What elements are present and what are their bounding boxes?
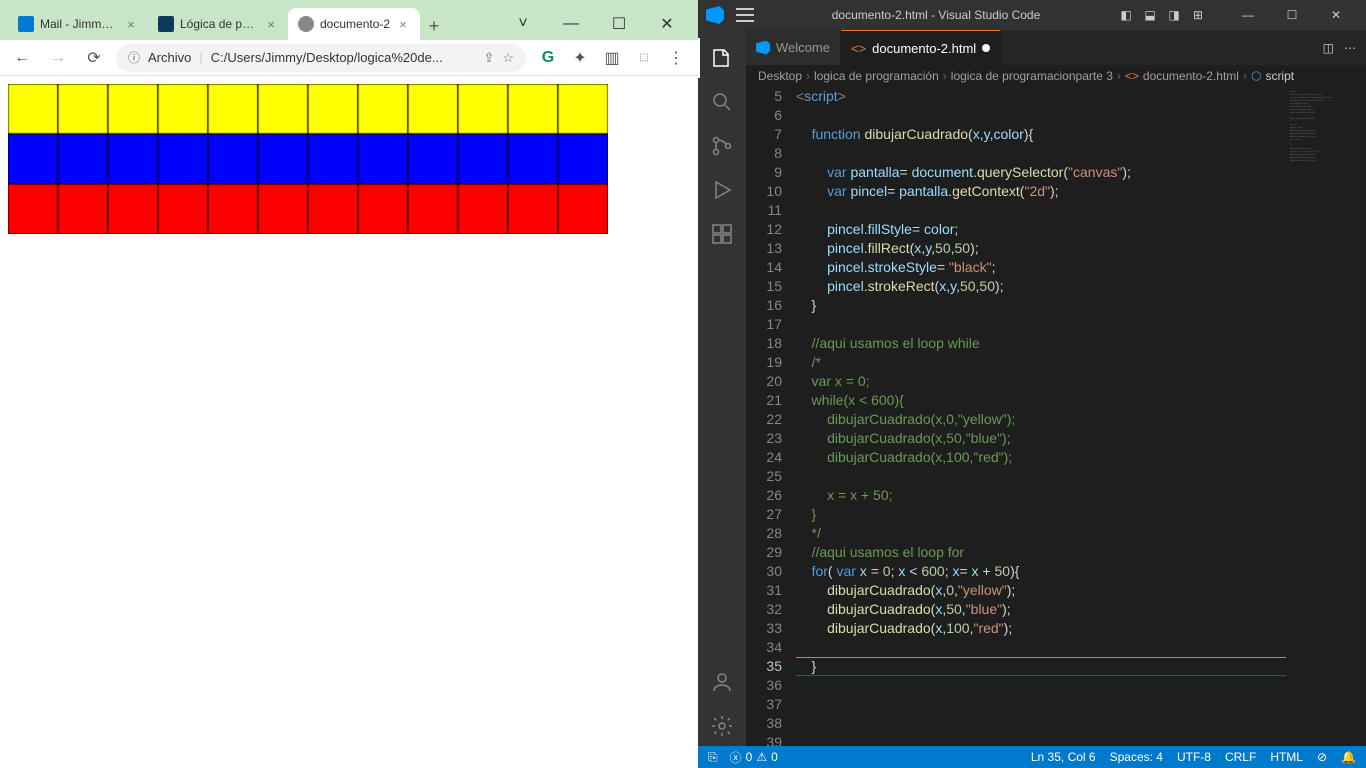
chevron-down-icon[interactable]: ˅: [500, 8, 546, 40]
customize-layout-icon[interactable]: ⊞: [1190, 7, 1206, 23]
url-bar[interactable]: ⓘ Archivo | C:/Users/Jimmy/Desktop/logic…: [116, 44, 526, 72]
breadcrumb[interactable]: Desktop› logica de programación› logica …: [746, 65, 1366, 87]
profile-icon[interactable]: ⬚: [630, 44, 658, 72]
chrome-window: Mail - Jimmy C × Lógica de prog × docume…: [0, 0, 698, 768]
status-bar: ⎘ ⓧ 0 ⚠ 0 Ln 35, Col 6 Spaces: 4 UTF-8 C…: [698, 746, 1366, 768]
close-icon[interactable]: ×: [396, 17, 410, 31]
notifications-icon[interactable]: 🔔: [1341, 750, 1356, 764]
tab-documento[interactable]: <> documento-2.html: [841, 30, 1001, 65]
extensions-icon[interactable]: ✦: [566, 44, 594, 72]
language-mode[interactable]: HTML: [1270, 750, 1303, 764]
url-text: C:/Users/Jimmy/Desktop/logica%20de...: [211, 50, 476, 65]
vscode-body: Welcome <> documento-2.html ◫ ⋯ Desktop›…: [698, 30, 1366, 746]
source-control-icon[interactable]: [698, 126, 746, 166]
breadcrumb-segment[interactable]: Desktop: [758, 69, 802, 83]
activity-bar: [698, 30, 746, 746]
minimize-button[interactable]: —: [1226, 0, 1270, 30]
symbol-icon: ⬡: [1251, 69, 1261, 83]
breadcrumb-segment[interactable]: logica de programacionparte 3: [951, 69, 1113, 83]
extensions-icon[interactable]: [698, 214, 746, 254]
tab-label: documento-2.html: [872, 41, 976, 56]
remote-icon[interactable]: ⎘: [708, 750, 718, 765]
reload-button[interactable]: ⟳: [80, 44, 108, 72]
url-prefix: Archivo: [148, 50, 191, 65]
code-content[interactable]: <script> function dibujarCuadrado(x,y,co…: [796, 87, 1286, 746]
close-button[interactable]: ✕: [644, 8, 690, 40]
vscode-window: documento-2.html - Visual Studio Code ◧ …: [698, 0, 1366, 768]
tab-welcome[interactable]: Welcome: [746, 30, 841, 65]
vscode-icon: [756, 41, 770, 55]
problems[interactable]: ⓧ 0 ⚠ 0: [730, 749, 778, 766]
maximize-button[interactable]: ☐: [596, 8, 642, 40]
breadcrumb-segment[interactable]: script: [1265, 69, 1294, 83]
close-icon[interactable]: ×: [124, 17, 138, 31]
tab-actions: ◫ ⋯: [1313, 30, 1366, 65]
minimap[interactable]: <script> function dibujarCuadrado(x,y,co…: [1286, 87, 1366, 746]
editor-area: Welcome <> documento-2.html ◫ ⋯ Desktop›…: [746, 30, 1366, 746]
share-icon[interactable]: ⇪: [483, 50, 494, 66]
tab-label: Lógica de prog: [180, 17, 258, 31]
vscode-icon: [706, 6, 724, 24]
outlook-icon: [18, 16, 34, 32]
search-icon[interactable]: [698, 82, 746, 122]
grammarly-icon[interactable]: G: [534, 44, 562, 72]
close-icon[interactable]: ×: [264, 17, 278, 31]
editor-tabs: Welcome <> documento-2.html ◫ ⋯: [746, 30, 1366, 65]
line-gutter: 5678910111213141516171819202122232425262…: [746, 87, 796, 746]
encoding[interactable]: UTF-8: [1177, 750, 1211, 764]
indent[interactable]: Spaces: 4: [1110, 750, 1163, 764]
toggle-panel-bottom-icon[interactable]: ⬓: [1142, 7, 1158, 23]
run-debug-icon[interactable]: [698, 170, 746, 210]
address-bar-row: ← → ⟳ ⓘ Archivo | C:/Users/Jimmy/Desktop…: [0, 40, 698, 76]
vscode-titlebar: documento-2.html - Visual Studio Code ◧ …: [698, 0, 1366, 30]
breadcrumb-segment[interactable]: logica de programación: [814, 69, 939, 83]
hamburger-menu-icon[interactable]: [736, 8, 754, 22]
canvas-output: [8, 84, 608, 234]
minimize-button[interactable]: —: [548, 8, 594, 40]
close-button[interactable]: ✕: [1314, 0, 1358, 30]
menu-icon[interactable]: ⋮: [662, 44, 690, 72]
html-icon: <>: [1125, 69, 1139, 83]
new-tab-button[interactable]: +: [420, 12, 448, 40]
toggle-panel-right-icon[interactable]: ◨: [1166, 7, 1182, 23]
browser-tab-document[interactable]: documento-2 ×: [288, 8, 420, 40]
html-icon: <>: [851, 41, 866, 56]
star-icon[interactable]: ☆: [502, 50, 514, 66]
more-icon[interactable]: ⋯: [1344, 41, 1356, 55]
eol[interactable]: CRLF: [1225, 750, 1256, 764]
window-title: documento-2.html - Visual Studio Code: [766, 8, 1106, 22]
cursor-position[interactable]: Ln 35, Col 6: [1031, 750, 1096, 764]
info-icon: ⓘ: [128, 49, 140, 66]
page-content: [0, 76, 698, 768]
sidepanel-icon[interactable]: ▥: [598, 44, 626, 72]
modified-dot-icon: [982, 44, 990, 52]
explorer-icon[interactable]: [698, 38, 746, 78]
toolbar-actions: G ✦ ▥ ⬚ ⋮: [534, 44, 690, 72]
tab-label: Welcome: [776, 40, 830, 55]
layout-controls: ◧ ⬓ ◨ ⊞: [1118, 7, 1206, 23]
browser-tab-mail[interactable]: Mail - Jimmy C ×: [8, 8, 148, 40]
settings-gear-icon[interactable]: [698, 706, 746, 746]
chrome-tabstrip: Mail - Jimmy C × Lógica de prog × docume…: [0, 0, 698, 40]
globe-icon: [298, 16, 314, 32]
tab-label: Mail - Jimmy C: [40, 17, 118, 31]
code-editor[interactable]: 5678910111213141516171819202122232425262…: [746, 87, 1366, 746]
split-editor-icon[interactable]: ◫: [1323, 41, 1334, 55]
window-controls: — ☐ ✕: [1226, 0, 1358, 30]
window-controls: ˅ — ☐ ✕: [500, 8, 690, 40]
maximize-button[interactable]: ☐: [1270, 0, 1314, 30]
accounts-icon[interactable]: [698, 662, 746, 702]
feedback-icon[interactable]: ⊘: [1317, 750, 1327, 764]
forward-button[interactable]: →: [44, 44, 72, 72]
alura-icon: [158, 16, 174, 32]
breadcrumb-segment[interactable]: documento-2.html: [1143, 69, 1239, 83]
back-button[interactable]: ←: [8, 44, 36, 72]
tab-label: documento-2: [320, 17, 390, 31]
browser-tab-alura[interactable]: Lógica de prog ×: [148, 8, 288, 40]
toggle-panel-left-icon[interactable]: ◧: [1118, 7, 1134, 23]
